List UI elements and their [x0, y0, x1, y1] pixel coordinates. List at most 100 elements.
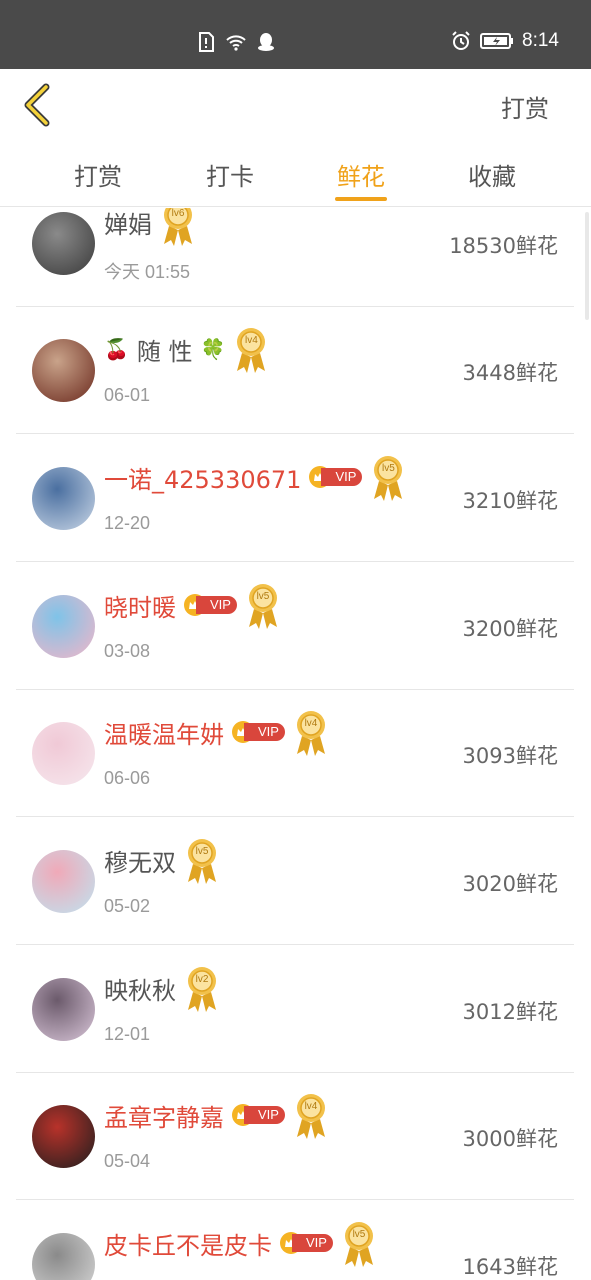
name-line: 皮卡丘不是皮卡 VIP lv5 — [104, 1222, 377, 1267]
gift-date: 03-08 — [104, 641, 151, 661]
clover-icon: 🍀 — [200, 337, 226, 361]
name-line: 孟章字静嘉 VIP lv4 — [104, 1094, 329, 1139]
status-time: 8:14 — [522, 30, 559, 51]
level-label: lv5 — [382, 463, 395, 474]
avatar[interactable] — [32, 467, 95, 530]
wifi-icon — [226, 35, 246, 51]
level-medal-icon: lv4 — [293, 710, 329, 758]
user-name[interactable]: 穆无双 — [104, 843, 176, 878]
gift-date: 06-01 — [104, 385, 151, 405]
list-item[interactable]: 一诺_425330671 VIP lv5 12-20 3210鲜花 — [16, 435, 574, 562]
alarm-icon — [452, 31, 470, 50]
level-medal-icon: lv5 — [341, 1221, 377, 1269]
name-line: 🍒 随 性 🍀 lv4 — [104, 328, 269, 373]
vip-label: VIP — [244, 723, 285, 741]
flower-count: 3210鲜花 — [462, 489, 558, 513]
list-item[interactable]: 映秋秋 lv2 12-01 3012鲜花 — [16, 946, 574, 1073]
level-medal-icon: lv2 — [184, 966, 220, 1014]
avatar[interactable] — [32, 595, 95, 658]
list-item[interactable]: 婵娟 lv6 今天 01:55 18530鲜花 — [16, 208, 574, 307]
avatar[interactable] — [32, 1233, 95, 1280]
status-bar: 8:14 — [0, 0, 591, 69]
gift-date: 06-06 — [104, 768, 151, 788]
sim-alert-icon — [199, 32, 214, 52]
level-medal-icon: lv5 — [184, 838, 220, 886]
user-name[interactable]: 温暖温年妌 — [104, 715, 224, 750]
name-line: 婵娟 lv6 — [104, 208, 196, 246]
name-line: 晓时暖 VIP lv5 — [104, 584, 281, 629]
name-line: 温暖温年妌 VIP lv4 — [104, 711, 329, 756]
tab-reward[interactable]: 打赏 — [58, 157, 138, 192]
gift-date: 12-01 — [104, 1024, 151, 1044]
gift-date: 05-02 — [104, 896, 151, 916]
gift-date: 12-20 — [104, 513, 151, 533]
avatar[interactable] — [32, 212, 95, 275]
cherry-icon: 🍒 — [104, 337, 129, 361]
name-line: 穆无双 lv5 — [104, 839, 220, 884]
reward-button[interactable]: 打赏 — [501, 89, 549, 124]
level-medal-icon: lv5 — [245, 583, 281, 631]
vip-label: VIP — [196, 596, 237, 614]
flower-count: 3093鲜花 — [462, 744, 558, 768]
status-right: 8:14 — [450, 30, 559, 52]
level-label: lv5 — [352, 1229, 366, 1240]
list-item[interactable]: 皮卡丘不是皮卡 VIP lv5 1643鲜花 — [16, 1201, 574, 1280]
avatar[interactable] — [32, 978, 95, 1041]
qq-icon — [258, 33, 274, 51]
level-label: lv5 — [256, 591, 270, 602]
flower-count: 3448鲜花 — [462, 361, 558, 385]
level-label: lv5 — [195, 846, 209, 857]
back-arrow-icon[interactable] — [20, 83, 60, 127]
user-name[interactable]: 映秋秋 — [104, 971, 176, 1006]
vip-badge: VIP — [280, 1232, 333, 1254]
user-name[interactable]: 一诺_425330671 — [104, 460, 301, 495]
user-name[interactable]: 婵娟 — [104, 208, 152, 240]
tab-favorites[interactable]: 收藏 — [452, 157, 532, 192]
list-item[interactable]: 穆无双 lv5 05-02 3020鲜花 — [16, 818, 574, 945]
avatar[interactable] — [32, 850, 95, 913]
active-tab-indicator — [335, 197, 387, 201]
vip-badge: VIP — [184, 594, 237, 616]
flower-count: 1643鲜花 — [462, 1255, 558, 1279]
name-line: 一诺_425330671 VIP lv5 — [104, 456, 406, 501]
tab-flowers[interactable]: 鲜花 — [321, 157, 401, 192]
level-label: lv4 — [304, 718, 318, 729]
list-item[interactable]: 🍒 随 性 🍀 lv4 06-01 3448鲜花 — [16, 307, 574, 434]
user-name[interactable]: 皮卡丘不是皮卡 — [104, 1226, 272, 1261]
flower-count: 3020鲜花 — [462, 872, 558, 896]
list-item[interactable]: 晓时暖 VIP lv5 03-08 3200鲜花 — [16, 563, 574, 690]
level-label: lv4 — [304, 1101, 318, 1112]
gift-date: 今天 01:55 — [104, 262, 191, 282]
flower-count: 3012鲜花 — [462, 1000, 558, 1024]
level-label: lv6 — [171, 208, 185, 219]
level-medal-icon: lv6 — [160, 208, 196, 248]
list-item[interactable]: 孟章字静嘉 VIP lv4 05-04 3000鲜花 — [16, 1073, 574, 1200]
tab-checkin[interactable]: 打卡 — [190, 157, 270, 192]
avatar[interactable] — [32, 722, 95, 785]
avatar[interactable] — [32, 1105, 95, 1168]
level-medal-icon: lv4 — [293, 1093, 329, 1141]
vip-label: VIP — [292, 1234, 333, 1252]
level-label: lv4 — [245, 335, 258, 346]
user-name[interactable]: 随 性 — [137, 332, 193, 367]
level-label: lv2 — [195, 974, 209, 985]
user-name[interactable]: 孟章字静嘉 — [104, 1098, 224, 1133]
list-item[interactable]: 温暖温年妌 VIP lv4 06-06 3093鲜花 — [16, 690, 574, 817]
status-icons — [195, 31, 277, 53]
gift-date: 05-04 — [104, 1151, 151, 1171]
vip-badge: VIP — [232, 721, 285, 743]
tab-bar: 打赏 打卡 鲜花 收藏 — [0, 141, 591, 207]
flower-ranking-list: 婵娟 lv6 今天 01:55 18530鲜花 🍒 随 性 🍀 lv4 06-01 3448鲜花一… — [0, 208, 591, 1280]
name-line: 映秋秋 lv2 — [104, 967, 220, 1012]
vip-label: VIP — [244, 1106, 285, 1124]
user-name[interactable]: 晓时暖 — [104, 588, 176, 623]
vip-badge: VIP — [309, 466, 363, 488]
level-medal-icon: lv4 — [233, 327, 269, 375]
flower-count: 18530鲜花 — [449, 234, 558, 258]
flower-count: 3000鲜花 — [462, 1127, 558, 1151]
battery-icon — [480, 33, 514, 49]
avatar[interactable] — [32, 339, 95, 402]
app-header: 打赏 — [0, 69, 591, 141]
vip-label: VIP — [321, 468, 363, 486]
vip-badge: VIP — [232, 1104, 285, 1126]
